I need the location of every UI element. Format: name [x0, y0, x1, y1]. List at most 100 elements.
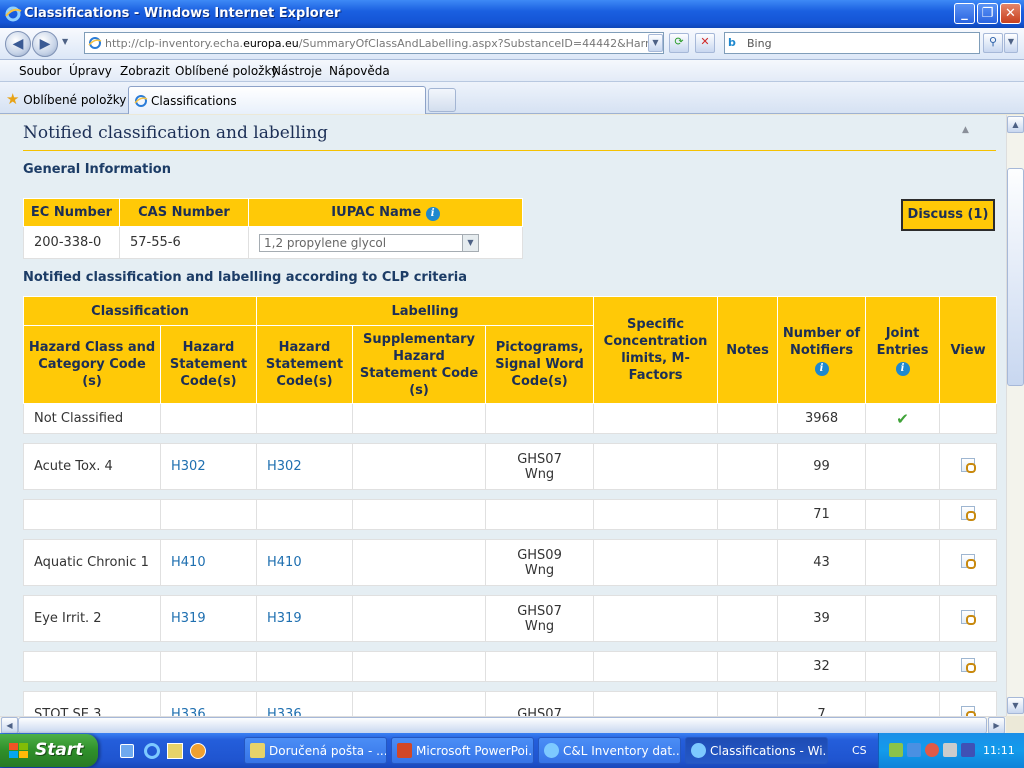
scroll-up-icon[interactable]: ▲ — [1007, 116, 1024, 133]
taskbar-item-powerpoint[interactable]: Microsoft PowerPoi... — [391, 737, 534, 764]
show-desktop-icon[interactable] — [120, 744, 134, 758]
page-icon — [88, 37, 102, 49]
refresh-icon[interactable]: ⟳ — [669, 33, 689, 53]
menu-help[interactable]: Nápověda — [329, 64, 390, 78]
vertical-scroll-thumb[interactable] — [1007, 168, 1024, 386]
clock: 11:11 — [983, 744, 1015, 757]
maximize-button[interactable]: ❐ — [977, 3, 998, 24]
close-button[interactable]: ✕ — [1000, 3, 1021, 24]
menu-view[interactable]: Zobrazit — [120, 64, 170, 78]
stop-icon[interactable]: ✕ — [695, 33, 715, 53]
chevron-down-icon: ▼ — [462, 234, 478, 251]
hazard-class-cell: Aquatic Chronic 1 — [23, 539, 161, 586]
address-dropdown-icon[interactable]: ▼ — [648, 34, 663, 52]
taskbar-item-mail[interactable]: Doručená pošta - ... — [244, 737, 387, 764]
ie-logo-icon — [5, 6, 22, 22]
antivirus-icon[interactable] — [925, 743, 939, 757]
tray-monitor-icon[interactable] — [961, 743, 975, 757]
window-title: Classifications - Windows Internet Explo… — [24, 6, 341, 21]
info-icon[interactable]: i — [895, 361, 910, 376]
scroll-corner — [1006, 716, 1024, 733]
history-dropdown-icon[interactable]: ▼ — [62, 37, 68, 46]
volume-icon[interactable] — [943, 743, 957, 757]
scroll-left-icon[interactable]: ◀ — [1, 717, 18, 734]
minimize-button[interactable]: _ — [954, 3, 975, 24]
favorites-bar: ★ Oblíbené položky Classifications — [0, 82, 1024, 114]
view-details-icon[interactable] — [961, 657, 977, 673]
taskbar-item-classifications[interactable]: Classifications - Wi... — [685, 737, 828, 764]
horizontal-scroll-thumb[interactable] — [18, 717, 987, 734]
label-hazard-statement-header: Hazard Statement Code(s) — [256, 325, 354, 404]
label-statement-link[interactable]: H410 — [267, 555, 302, 570]
discuss-button[interactable]: Discuss (1) — [901, 199, 995, 231]
language-indicator[interactable]: CS — [852, 744, 867, 757]
back-button[interactable]: ◀ — [5, 31, 31, 57]
menu-edit[interactable]: Úpravy — [69, 64, 112, 78]
notifiers-cell: 39 — [777, 595, 867, 642]
outlook-quicklaunch-icon[interactable] — [167, 743, 183, 759]
pictogram-cell: GHS09 Wng — [485, 539, 595, 586]
tab-classifications[interactable]: Classifications — [128, 86, 426, 114]
tray-app-icon[interactable] — [907, 743, 921, 757]
network-icon[interactable] — [889, 743, 903, 757]
address-input[interactable]: http://clp-inventory.echa.europa.eu/Summ… — [84, 32, 664, 54]
info-icon[interactable]: i — [425, 206, 440, 221]
horizontal-scrollbar[interactable]: ◀ ▶ — [0, 716, 1006, 734]
ec-header: EC Number — [23, 198, 120, 227]
address-url: http://clp-inventory.echa.europa.eu/Summ… — [105, 37, 653, 50]
menu-favorites[interactable]: Oblíbené položky — [175, 64, 278, 78]
hazard-statement-link[interactable]: H410 — [171, 555, 206, 570]
hazard-statement-link[interactable]: H302 — [171, 459, 206, 474]
hazard-statement-link[interactable]: H319 — [171, 611, 206, 626]
taskbar-item-cl-inventory[interactable]: C&L Inventory dat... — [538, 737, 681, 764]
menu-file[interactable]: Soubor — [19, 64, 61, 78]
hazard-statement-link[interactable]: H336 — [171, 707, 206, 716]
joint-entries-header: Joint Entries i — [865, 296, 941, 404]
search-options-icon[interactable]: ▼ — [1004, 33, 1018, 53]
start-button[interactable]: Start — [0, 734, 98, 767]
hazard-class-cell: STOT SE 3 — [23, 691, 161, 716]
menu-tools[interactable]: Nástroje — [272, 64, 322, 78]
scroll-down-icon[interactable]: ▼ — [1007, 697, 1024, 714]
system-tray: 11:11 — [878, 733, 1024, 768]
labelling-header: Labelling — [256, 296, 595, 326]
view-details-icon[interactable] — [961, 457, 977, 473]
view-details-icon[interactable] — [961, 505, 977, 521]
table-row: Aquatic Chronic 1 H410 H410 GHS09 Wng 43 — [23, 539, 998, 586]
collapse-icon[interactable]: ▲ — [962, 125, 969, 135]
notifiers-cell: 99 — [777, 443, 867, 490]
ie-quicklaunch-icon[interactable] — [144, 743, 160, 759]
info-icon[interactable]: i — [814, 361, 829, 376]
notifiers-cell: 43 — [777, 539, 867, 586]
taskbar: Start Doručená pošta - ... Microsoft Pow… — [0, 733, 1024, 768]
notifiers-cell: 7 — [777, 691, 867, 716]
specific-limits-header: Specific Concentration limits, M-Factors — [593, 296, 719, 404]
hazard-class-header: Hazard Class and Category Code (s) — [23, 325, 161, 404]
pictogram-cell: GHS07 Wng — [485, 443, 595, 490]
search-placeholder: Bing — [747, 37, 772, 50]
hazard-class-cell: Not Classified — [23, 403, 161, 434]
view-details-icon[interactable] — [961, 609, 977, 625]
table-row: Eye Irrit. 2 H319 H319 GHS07 Wng 39 — [23, 595, 998, 642]
label-statement-link[interactable]: H302 — [267, 459, 302, 474]
notifiers-cell: 32 — [777, 651, 867, 682]
scroll-right-icon[interactable]: ▶ — [988, 717, 1005, 734]
start-label: Start — [35, 740, 84, 760]
new-tab-button[interactable] — [428, 88, 456, 112]
iupac-select[interactable]: 1,2 propylene glycol ▼ — [259, 233, 479, 252]
star-icon: ★ — [6, 90, 20, 108]
ie-icon — [544, 743, 559, 758]
forward-button[interactable]: ▶ — [32, 31, 58, 57]
media-player-icon[interactable] — [190, 743, 206, 759]
view-details-icon[interactable] — [961, 705, 977, 716]
label-statement-link[interactable]: H319 — [267, 611, 302, 626]
favorites-button[interactable]: ★ Oblíbené položky — [6, 90, 126, 108]
pictogram-cell: GHS07 Wng — [485, 595, 595, 642]
view-details-icon[interactable] — [961, 553, 977, 569]
vertical-scrollbar[interactable]: ▲ ▼ — [1006, 115, 1024, 716]
notifiers-cell: 3968 — [777, 403, 867, 434]
search-input[interactable]: b Bing — [724, 32, 980, 54]
label-statement-link[interactable]: H336 — [267, 707, 302, 716]
search-icon[interactable]: ⚲ — [983, 33, 1003, 53]
bing-logo-icon: b — [728, 36, 736, 49]
